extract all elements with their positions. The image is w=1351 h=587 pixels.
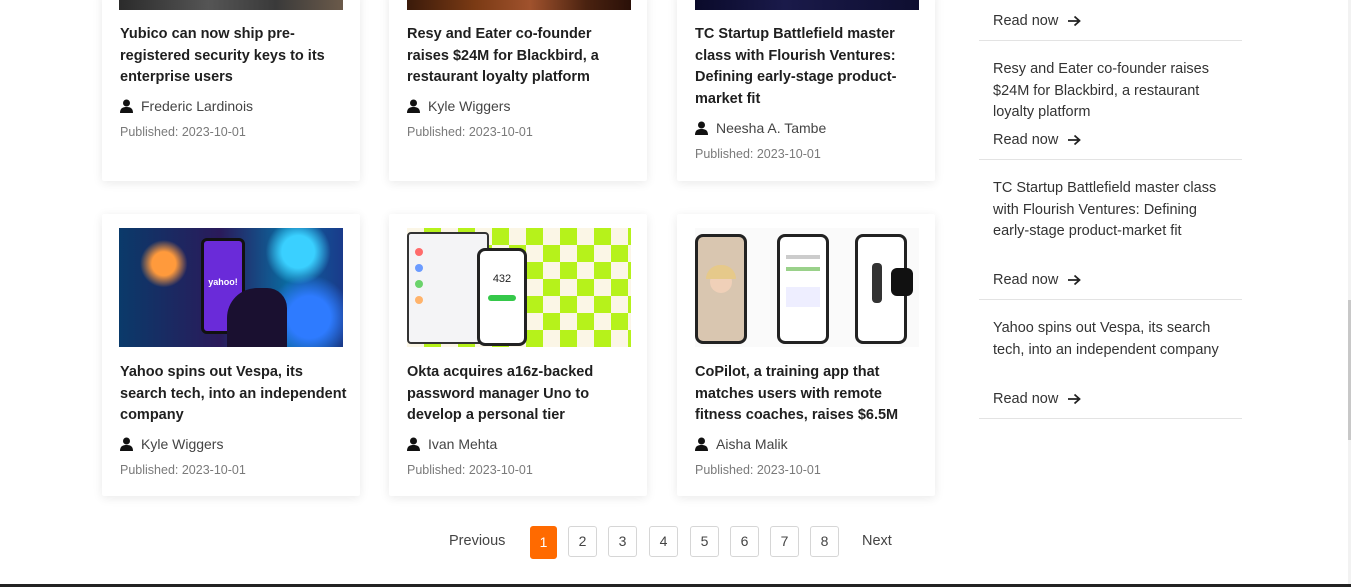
article-card[interactable]: CoPilot, a training app that matches use…	[677, 214, 935, 496]
page-6-button[interactable]: 6	[730, 526, 759, 557]
read-now-link[interactable]: Read now	[993, 272, 1082, 288]
phone-graphic	[777, 234, 829, 344]
article-image[interactable]: yahoo!	[119, 228, 343, 347]
sidebar-item-title[interactable]: TC Startup Battlefield master class with…	[993, 178, 1233, 243]
article-card[interactable]: TC Startup Battlefield master class with…	[677, 0, 935, 181]
article-author: Neesha A. Tambe	[695, 118, 826, 138]
author-name: Aisha Malik	[716, 436, 788, 452]
article-image[interactable]	[407, 0, 631, 10]
article-author: Frederic Lardinois	[120, 96, 253, 116]
user-icon	[695, 437, 708, 451]
sidebar-item[interactable]: Read now	[979, 0, 1242, 41]
sidebar-item[interactable]: Resy and Eater co-founder raises $24M fo…	[979, 41, 1242, 160]
author-name: Ivan Mehta	[428, 436, 498, 452]
article-image[interactable]: 432	[407, 228, 631, 347]
page-7-button[interactable]: 7	[770, 526, 799, 557]
article-author: Kyle Wiggers	[120, 434, 223, 454]
arrow-right-icon	[1068, 134, 1082, 146]
sidebar-item[interactable]: Yahoo spins out Vespa, its search tech, …	[979, 300, 1242, 419]
article-title[interactable]: Okta acquires a16z-backed password manag…	[407, 362, 635, 427]
sidebar-item-title[interactable]: Resy and Eater co-founder raises $24M fo…	[993, 59, 1233, 124]
article-title[interactable]: Resy and Eater co-founder raises $24M fo…	[407, 24, 635, 89]
page-2-button[interactable]: 2	[568, 526, 597, 557]
hand-graphic	[227, 288, 287, 347]
article-card[interactable]: yahoo! Yahoo spins out Vespa, its search…	[102, 214, 360, 496]
published-date: Published: 2023-10-01	[407, 463, 533, 477]
code-value: 432	[492, 273, 512, 285]
published-date: Published: 2023-10-01	[695, 147, 821, 161]
article-title[interactable]: Yahoo spins out Vespa, its search tech, …	[120, 362, 348, 427]
user-icon	[120, 437, 133, 451]
next-page-link[interactable]: Next	[862, 526, 892, 557]
user-icon	[120, 99, 133, 113]
page-4-button[interactable]: 4	[649, 526, 678, 557]
arrow-right-icon	[1068, 15, 1082, 27]
read-now-label: Read now	[993, 132, 1059, 148]
author-name: Kyle Wiggers	[141, 436, 224, 452]
yahoo-logo-text: yahoo!	[208, 277, 238, 287]
article-title[interactable]: TC Startup Battlefield master class with…	[695, 24, 923, 110]
article-title[interactable]: CoPilot, a training app that matches use…	[695, 362, 923, 427]
sidebar-item-title[interactable]: Yahoo spins out Vespa, its search tech, …	[993, 318, 1233, 361]
phone-graphic	[695, 234, 747, 344]
phone-graphic: 432	[477, 248, 527, 346]
page-8-button[interactable]: 8	[810, 526, 839, 557]
previous-page-link[interactable]: Previous	[449, 526, 505, 557]
article-title[interactable]: Yubico can now ship pre-registered secur…	[120, 24, 348, 89]
read-now-label: Read now	[993, 272, 1059, 288]
page-3-button[interactable]: 3	[608, 526, 637, 557]
author-name: Kyle Wiggers	[428, 98, 511, 114]
article-card[interactable]: Yubico can now ship pre-registered secur…	[102, 0, 360, 181]
published-date: Published: 2023-10-01	[120, 463, 246, 477]
read-now-label: Read now	[993, 13, 1059, 29]
article-author: Aisha Malik	[695, 434, 788, 454]
published-date: Published: 2023-10-01	[695, 463, 821, 477]
user-icon	[407, 99, 420, 113]
read-now-link[interactable]: Read now	[993, 391, 1082, 407]
user-icon	[407, 437, 420, 451]
article-image[interactable]	[695, 0, 919, 10]
read-now-link[interactable]: Read now	[993, 13, 1082, 29]
read-now-label: Read now	[993, 391, 1059, 407]
read-now-link[interactable]: Read now	[993, 132, 1082, 148]
article-author: Ivan Mehta	[407, 434, 497, 454]
user-icon	[695, 121, 708, 135]
sidebar-item[interactable]: TC Startup Battlefield master class with…	[979, 160, 1242, 300]
watch-graphic	[891, 268, 913, 296]
published-date: Published: 2023-10-01	[407, 125, 533, 139]
arrow-right-icon	[1068, 393, 1082, 405]
published-date: Published: 2023-10-01	[120, 125, 246, 139]
article-card[interactable]: Resy and Eater co-founder raises $24M fo…	[389, 0, 647, 181]
article-image[interactable]	[695, 228, 919, 347]
page-5-button[interactable]: 5	[690, 526, 719, 557]
article-author: Kyle Wiggers	[407, 96, 510, 116]
arrow-right-icon	[1068, 274, 1082, 286]
author-name: Frederic Lardinois	[141, 98, 254, 114]
article-card[interactable]: 432 Okta acquires a16z-backed password m…	[389, 214, 647, 496]
article-image[interactable]	[119, 0, 343, 10]
page-1-button[interactable]: 1	[530, 526, 557, 559]
author-name: Neesha A. Tambe	[716, 120, 827, 136]
